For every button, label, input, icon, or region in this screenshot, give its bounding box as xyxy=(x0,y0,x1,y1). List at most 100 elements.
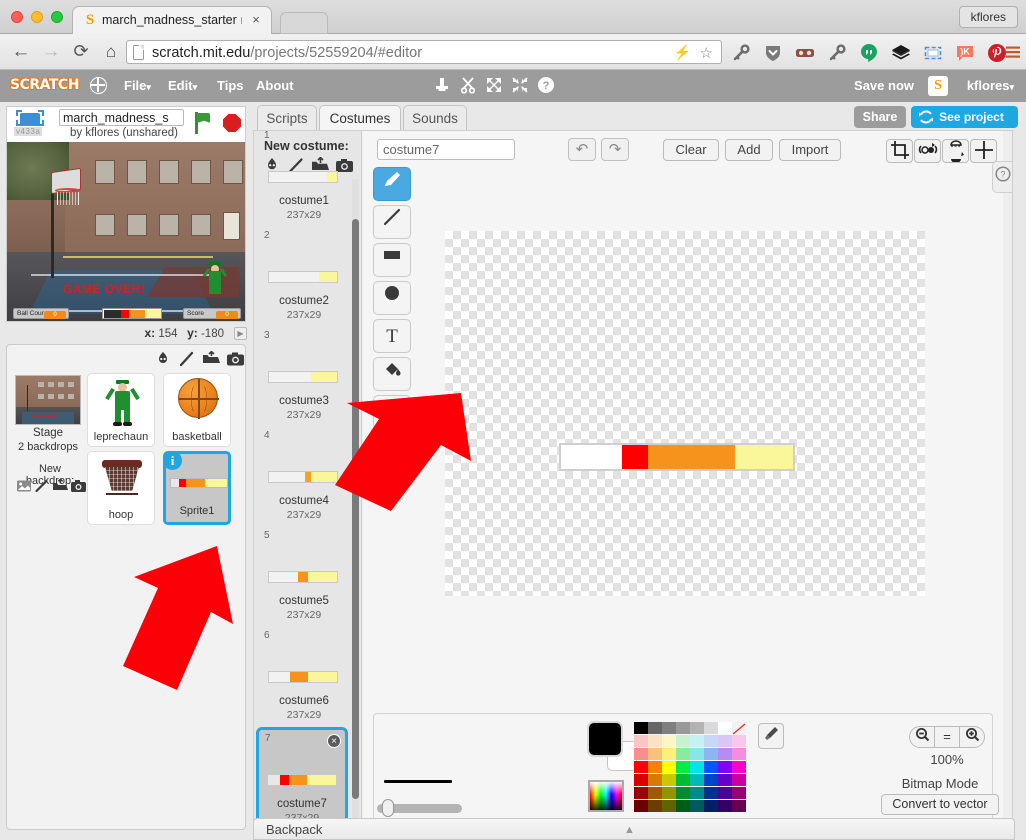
ellipse-tool[interactable] xyxy=(373,281,411,315)
grow-icon[interactable] xyxy=(484,76,504,96)
sprite-card-leprechaun[interactable]: leprechaun xyxy=(87,373,155,447)
costume-item[interactable]: 3 costume3 237x29 xyxy=(258,327,350,427)
costume-item[interactable]: 6 costume6 237x29 xyxy=(258,627,350,727)
layers-icon[interactable] xyxy=(891,43,911,63)
stamp-tool[interactable] xyxy=(373,433,411,467)
upload-sprite-icon[interactable] xyxy=(201,350,221,369)
palette-swatch[interactable] xyxy=(704,735,718,747)
palette-swatch[interactable] xyxy=(676,722,690,734)
menu-edit[interactable]: Edit▾ xyxy=(168,76,197,96)
palette-swatch[interactable] xyxy=(634,722,648,734)
scratch-user-badge[interactable]: S xyxy=(928,76,948,96)
costume-item[interactable]: 4 costume4 237x29 xyxy=(258,427,350,527)
palette-swatch[interactable] xyxy=(662,800,676,812)
palette-swatch[interactable] xyxy=(648,774,662,786)
help-icon[interactable]: ? xyxy=(992,161,1012,193)
palette-swatch[interactable] xyxy=(690,800,704,812)
help-icon[interactable]: ? xyxy=(536,76,556,96)
palette-swatch[interactable] xyxy=(662,748,676,760)
sprite-card-sprite1[interactable]: i Sprite1 xyxy=(163,451,231,525)
palette-swatch[interactable] xyxy=(704,722,718,734)
camera-sprite-icon[interactable] xyxy=(225,351,245,369)
screenshot-icon[interactable] xyxy=(923,43,943,63)
paint-canvas[interactable]: + xyxy=(445,231,925,596)
eraser-tool[interactable] xyxy=(373,395,411,429)
green-flag-icon[interactable] xyxy=(195,112,211,136)
duplicate-icon[interactable] xyxy=(432,76,452,96)
share-button[interactable]: Share xyxy=(854,106,906,128)
add-button[interactable]: Add xyxy=(725,139,773,161)
forward-icon[interactable]: → xyxy=(40,42,62,62)
username-menu[interactable]: kflores▾ xyxy=(967,76,1014,97)
clear-button[interactable]: Clear xyxy=(663,139,719,161)
costume-scrollbar-thumb[interactable] xyxy=(352,219,359,799)
costume-item[interactable]: 5 costume5 237x29 xyxy=(258,527,350,627)
palette-swatch[interactable] xyxy=(690,761,704,773)
palette-swatch[interactable] xyxy=(648,761,662,773)
palette-swatch[interactable] xyxy=(676,774,690,786)
palette-swatch[interactable] xyxy=(732,800,746,812)
palette-swatch[interactable] xyxy=(634,800,648,812)
palette-swatch[interactable] xyxy=(634,761,648,773)
hangouts-icon[interactable] xyxy=(859,43,879,63)
costume-name-input[interactable] xyxy=(377,139,515,160)
palette-swatch[interactable] xyxy=(718,774,732,786)
palette-swatch[interactable] xyxy=(662,761,676,773)
sprite-card-basketball[interactable]: basketball xyxy=(163,373,231,447)
palette-swatch[interactable] xyxy=(732,774,746,786)
stage-selector[interactable]: GAME OVER! Stage 2 backdrops New backdro… xyxy=(11,375,86,493)
palette-swatch[interactable] xyxy=(634,748,648,760)
palette-swatch[interactable] xyxy=(690,774,704,786)
reload-icon[interactable]: ⟳ xyxy=(70,42,92,62)
palette-swatch[interactable] xyxy=(662,774,676,786)
palette-swatch[interactable] xyxy=(704,761,718,773)
palette-swatch[interactable] xyxy=(690,722,704,734)
palette-swatch[interactable] xyxy=(634,787,648,799)
project-title-input[interactable] xyxy=(59,109,184,126)
tab-sounds[interactable]: Sounds xyxy=(403,105,467,131)
palette-swatch[interactable] xyxy=(704,787,718,799)
crop-icon[interactable] xyxy=(886,139,913,163)
palette-swatch[interactable] xyxy=(704,800,718,812)
palette-swatch[interactable] xyxy=(732,787,746,799)
redo-icon[interactable]: ↷ xyxy=(601,138,629,161)
browser-profile-chip[interactable]: kflores xyxy=(958,6,1018,28)
stage-canvas[interactable]: GAME OVER! Ball Cour 0 Score 0 xyxy=(6,142,246,322)
palette-swatch[interactable] xyxy=(732,748,746,760)
sprite-card-hoop[interactable]: hoop xyxy=(87,451,155,525)
sprite-info-icon[interactable]: i xyxy=(163,451,182,470)
palette-swatch[interactable] xyxy=(676,748,690,760)
camera-backdrop-icon[interactable] xyxy=(69,479,87,497)
fill-tool[interactable] xyxy=(373,357,411,391)
brush-size-knob[interactable] xyxy=(382,799,394,817)
convert-to-vector-button[interactable]: Convert to vector xyxy=(881,794,999,815)
undo-icon[interactable]: ↶ xyxy=(568,138,596,161)
import-button[interactable]: Import xyxy=(779,139,841,161)
eyedropper-icon[interactable] xyxy=(758,723,784,749)
upload-backdrop-icon[interactable] xyxy=(51,478,69,497)
paint-sprite-brush-icon[interactable] xyxy=(177,351,197,369)
palette-swatch[interactable] xyxy=(662,787,676,799)
palette-swatch[interactable] xyxy=(634,774,648,786)
flip-vertical-icon[interactable] xyxy=(942,139,969,163)
costume-item-selected[interactable]: 7 × costume7 237x29 xyxy=(256,727,348,827)
bookmark-star-icon[interactable]: ☆ xyxy=(700,44,713,62)
palette-swatch[interactable] xyxy=(718,748,732,760)
palette-swatch[interactable] xyxy=(718,787,732,799)
palette-swatch[interactable] xyxy=(676,735,690,747)
palette-swatch[interactable] xyxy=(648,787,662,799)
palette-swatch[interactable] xyxy=(690,787,704,799)
rectangle-tool[interactable] xyxy=(373,243,411,277)
paint-new-sprite-icon[interactable] xyxy=(153,351,173,369)
color-picker-gradient[interactable] xyxy=(588,780,624,812)
menu-about[interactable]: About xyxy=(256,76,294,96)
costume-item[interactable]: 2 costume2 237x29 xyxy=(258,227,350,327)
scratch-logo[interactable]: SCRATCH xyxy=(10,76,79,95)
line-tool[interactable] xyxy=(373,205,411,239)
palette-swatch[interactable] xyxy=(676,800,690,812)
mask-icon[interactable] xyxy=(795,43,815,63)
k-icon[interactable]: )K xyxy=(955,43,975,63)
palette-swatch[interactable] xyxy=(704,748,718,760)
paint-backdrop-icon[interactable] xyxy=(33,479,51,497)
palette-swatch[interactable] xyxy=(690,748,704,760)
